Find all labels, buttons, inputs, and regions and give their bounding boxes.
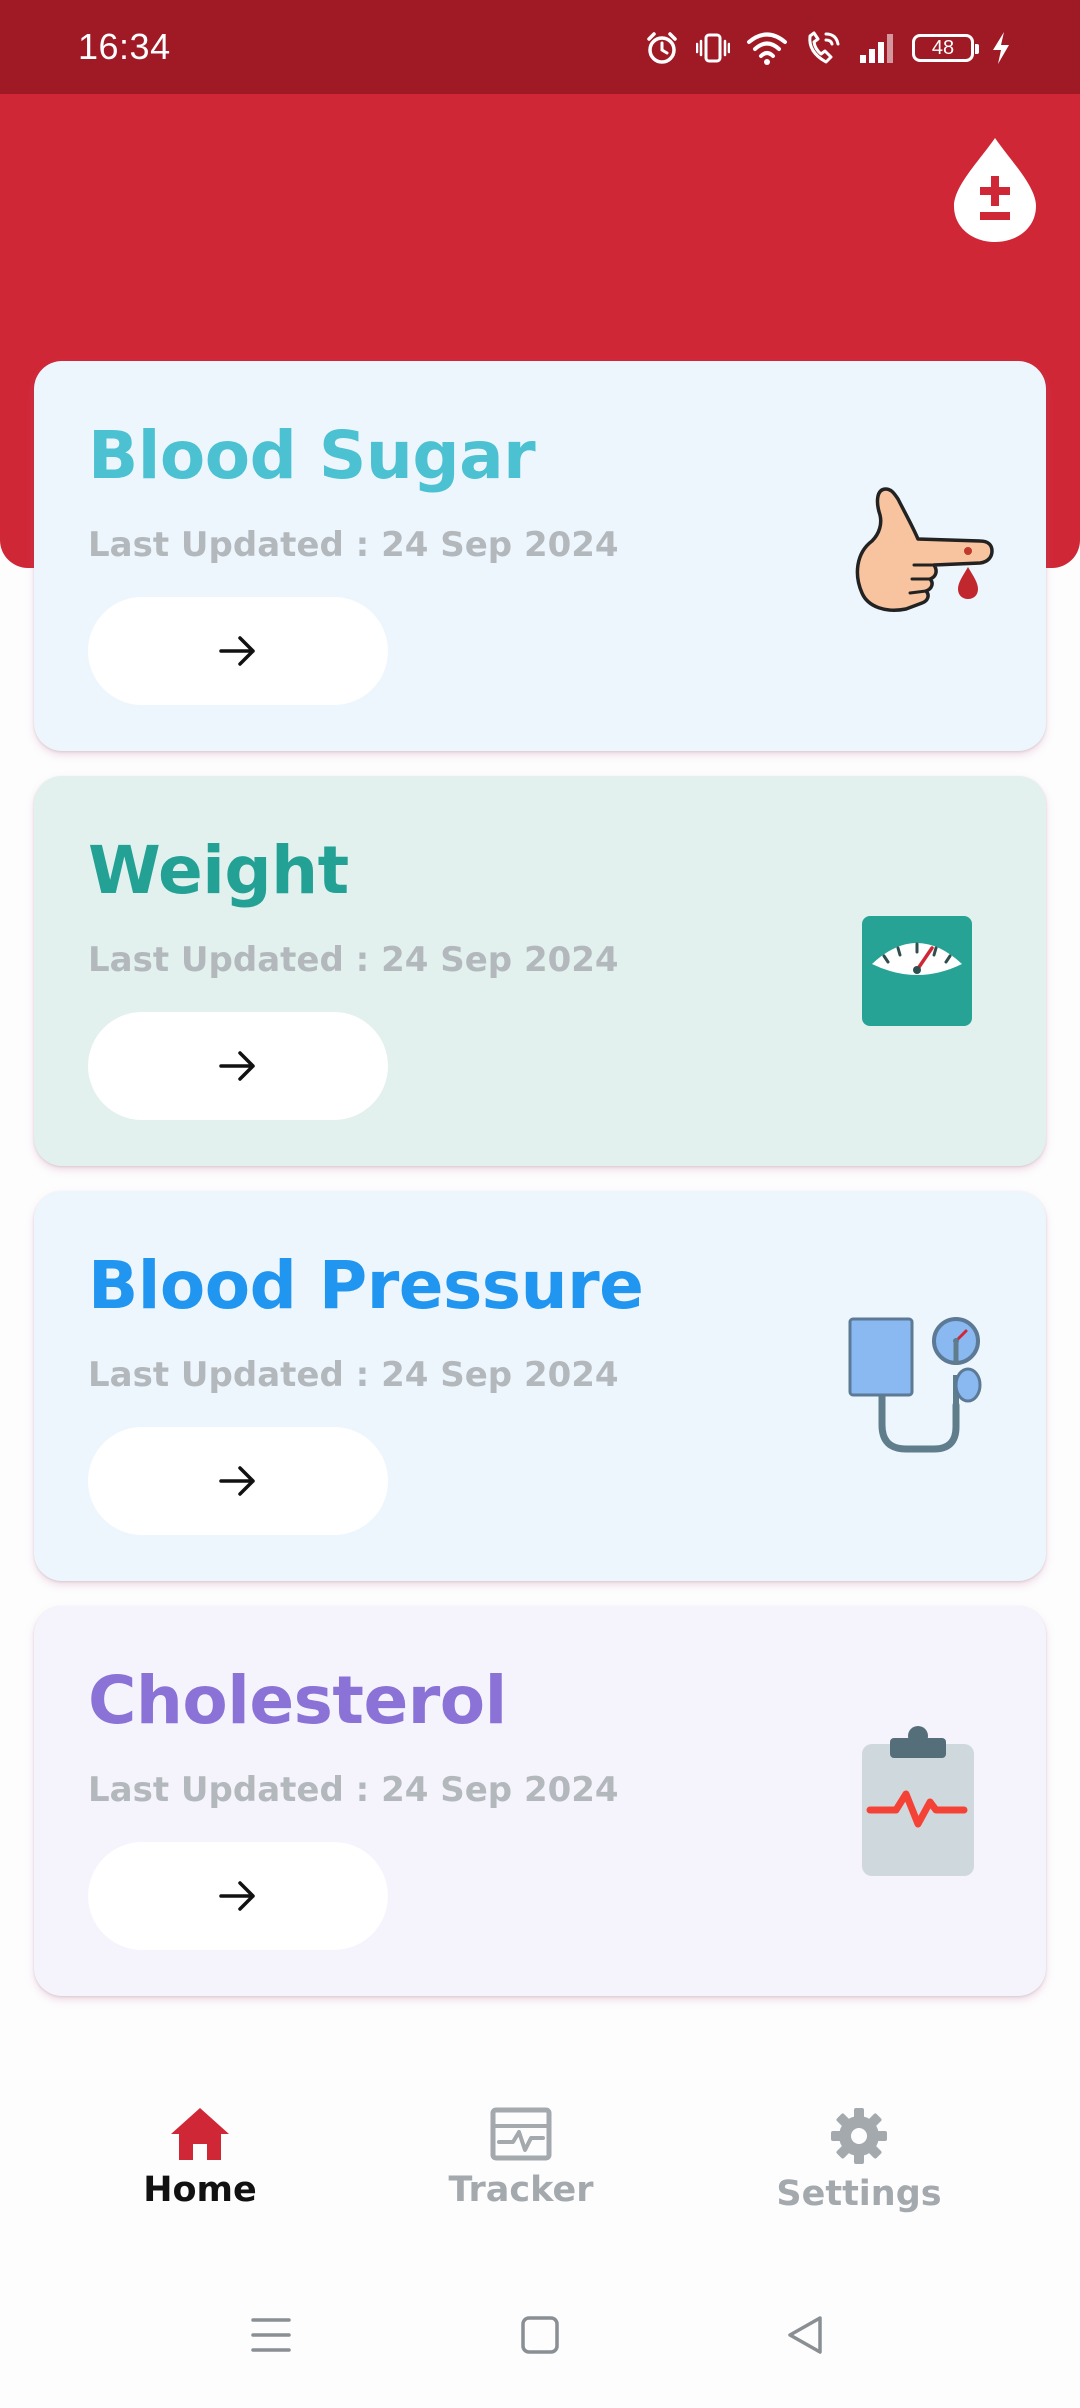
card-title: Blood Sugar	[88, 417, 536, 494]
home-icon	[171, 2108, 229, 2160]
arrow-right-icon	[219, 1051, 255, 1081]
cholesterol-card[interactable]: Cholesterol Last Updated : 24 Sep 2024	[34, 1606, 1046, 1996]
battery-icon: 48	[912, 34, 979, 62]
weight-card[interactable]: Weight Last Updated : 24 Sep 2024	[34, 776, 1046, 1166]
card-title: Cholesterol	[88, 1662, 507, 1739]
blood-pressure-card[interactable]: Blood Pressure Last Updated : 24 Sep 202…	[34, 1191, 1046, 1581]
tracker-chart-icon	[490, 2107, 552, 2161]
alarm-icon	[647, 32, 677, 64]
blood-sugar-card[interactable]: Blood Sugar Last Updated : 24 Sep 2024	[34, 361, 1046, 751]
charging-icon	[993, 32, 1009, 64]
vibrate-icon	[696, 33, 730, 63]
last-updated-text: Last Updated : 24 Sep 2024	[88, 525, 619, 565]
status-icons: 48	[644, 28, 1012, 68]
arrow-right-icon	[219, 636, 255, 666]
arrow-right-icon	[219, 1466, 255, 1496]
last-updated-text: Last Updated : 24 Sep 2024	[88, 940, 619, 980]
wifi-call-icon	[808, 31, 840, 64]
finger-prick-icon	[855, 487, 994, 612]
nav-item-settings[interactable]: Settings	[749, 2106, 969, 2214]
home-square-icon[interactable]	[519, 2312, 561, 2358]
nav-label-home: Home	[143, 2170, 257, 2210]
last-updated-text: Last Updated : 24 Sep 2024	[88, 1770, 619, 1810]
menu-icon[interactable]	[250, 2312, 292, 2358]
signal-icon	[860, 34, 893, 63]
back-triangle-icon[interactable]	[784, 2312, 826, 2358]
weight-scale-icon	[862, 916, 972, 1026]
bottom-navigation: Home Tracker Settings	[0, 2070, 1080, 2240]
open-blood-sugar-button[interactable]	[88, 597, 388, 705]
status-bar: 16:34 48	[0, 0, 1080, 94]
open-weight-button[interactable]	[88, 1012, 388, 1120]
gear-icon	[831, 2108, 887, 2164]
blood-drop-plus-minus-icon[interactable]	[952, 134, 1038, 244]
last-updated-text: Last Updated : 24 Sep 2024	[88, 1355, 619, 1395]
nav-item-tracker[interactable]: Tracker	[411, 2106, 631, 2210]
arrow-right-icon	[219, 1881, 255, 1911]
card-title: Weight	[88, 832, 349, 909]
system-navigation-bar	[0, 2290, 1080, 2408]
open-blood-pressure-button[interactable]	[88, 1427, 388, 1535]
nav-item-home[interactable]: Home	[90, 2106, 310, 2210]
card-title: Blood Pressure	[88, 1247, 644, 1324]
open-cholesterol-button[interactable]	[88, 1842, 388, 1950]
nav-label-settings: Settings	[776, 2174, 942, 2214]
status-time: 16:34	[78, 26, 171, 67]
clipboard-heartbeat-icon	[862, 1726, 974, 1876]
nav-label-tracker: Tracker	[448, 2170, 594, 2210]
wifi-icon	[747, 32, 787, 65]
blood-pressure-monitor-icon	[848, 1317, 982, 1453]
